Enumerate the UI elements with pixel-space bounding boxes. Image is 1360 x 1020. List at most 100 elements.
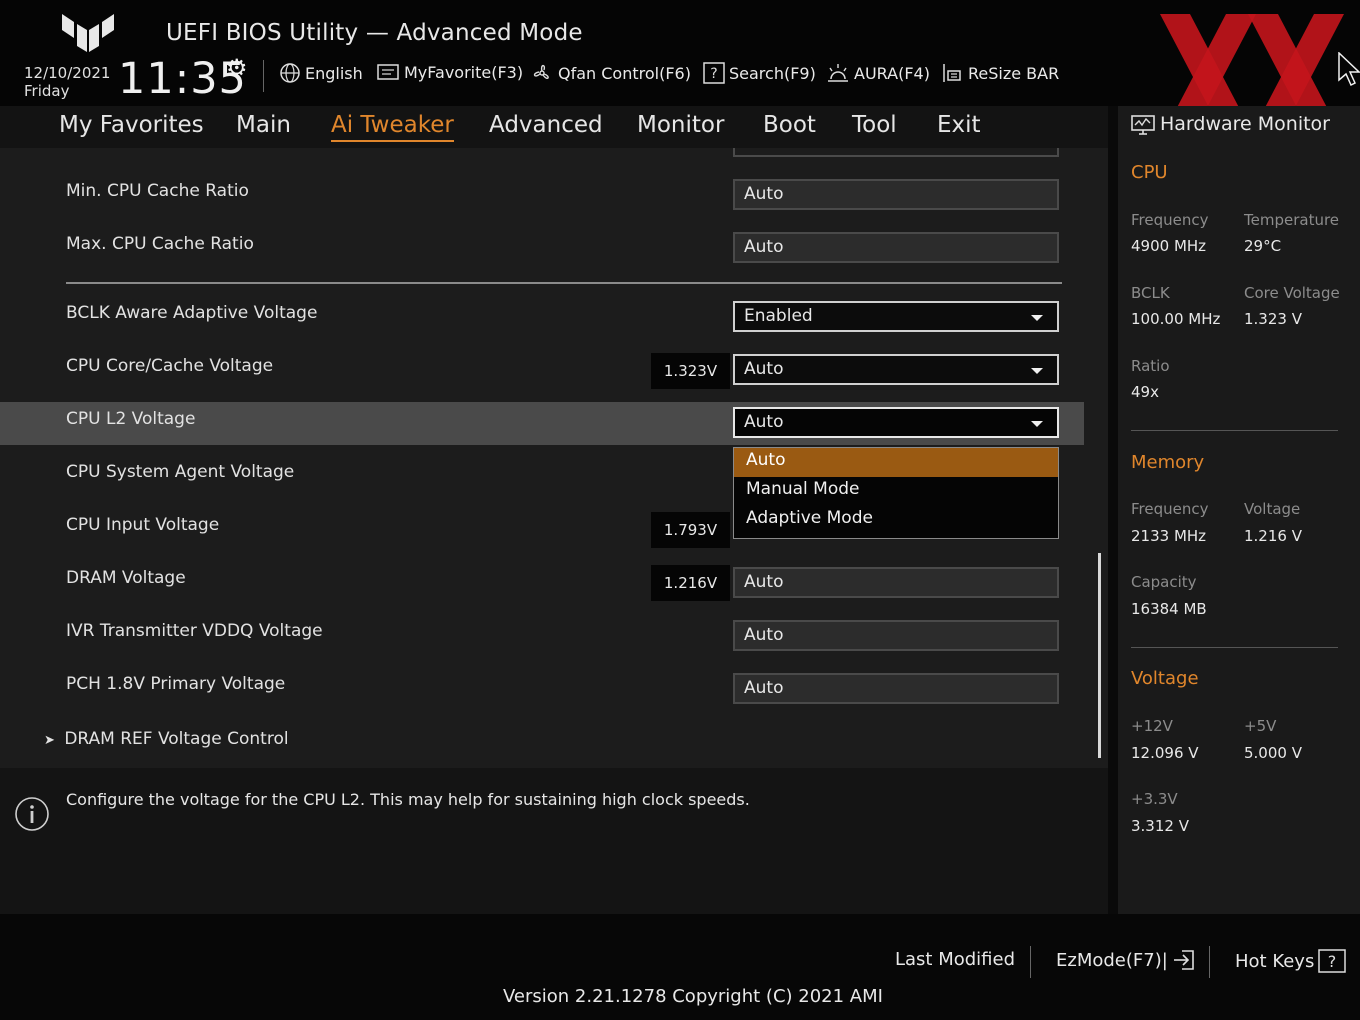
setting-label: CPU L2 Voltage bbox=[66, 409, 196, 429]
min-cpu-cache-ratio-field[interactable]: Auto bbox=[733, 179, 1059, 210]
arrow-right-icon: ➤ bbox=[44, 733, 55, 748]
hot-keys-label: Hot Keys bbox=[1235, 950, 1315, 972]
setting-label: CPU System Agent Voltage bbox=[66, 462, 295, 482]
memory-heading: Memory bbox=[1131, 452, 1205, 473]
caret-down-icon bbox=[1031, 368, 1043, 374]
svg-text:?: ? bbox=[710, 66, 717, 82]
resize-bar-label: ReSize BAR bbox=[968, 63, 1060, 83]
mouse-cursor-icon bbox=[1338, 52, 1360, 87]
memory-frequency-value: 2133 MHz bbox=[1131, 527, 1207, 545]
language-label: English bbox=[305, 63, 363, 83]
caret-down-icon bbox=[1031, 315, 1043, 321]
footer-bar: Last Modified EzMode(F7)| Hot Keys ? Ver… bbox=[0, 914, 1360, 1020]
option-adaptive-mode[interactable]: Adaptive Mode bbox=[734, 506, 1058, 535]
cpu-l2-voltage-options: Auto Manual Mode Adaptive Mode bbox=[733, 447, 1059, 539]
favorite-icon bbox=[377, 64, 399, 80]
help-panel: Configure the voltage for the CPU L2. Th… bbox=[0, 768, 1108, 914]
v33-value: 3.312 V bbox=[1131, 817, 1189, 835]
caret-down-icon bbox=[1031, 421, 1043, 427]
aura-label: AURA(F4) bbox=[854, 63, 930, 83]
app-title: UEFI BIOS Utility — Advanced Mode bbox=[166, 20, 583, 46]
option-auto[interactable]: Auto bbox=[734, 448, 1058, 477]
cpu-l2-voltage-select[interactable]: Auto bbox=[733, 407, 1059, 438]
main-nav: My Favorites Main Ai Tweaker Advanced Mo… bbox=[0, 106, 1108, 148]
qfan-control-button[interactable]: Qfan Control(F6) bbox=[530, 62, 691, 84]
settings-panel: Min. CPU Cache Ratio Auto Max. CPU Cache… bbox=[0, 148, 1108, 768]
search-icon: ? bbox=[703, 62, 725, 84]
myfavorite-label: MyFavorite(F3) bbox=[404, 62, 524, 82]
ratio-value: 49x bbox=[1131, 383, 1159, 401]
tuf-logo bbox=[62, 14, 114, 52]
info-icon bbox=[15, 797, 49, 831]
capacity-value: 16384 MB bbox=[1131, 600, 1207, 618]
memory-voltage-label: Voltage bbox=[1244, 500, 1301, 518]
resize-bar-icon bbox=[943, 64, 961, 82]
tab-main[interactable]: Main bbox=[236, 112, 291, 138]
v12-value: 12.096 V bbox=[1131, 744, 1199, 762]
scrollbar[interactable] bbox=[1098, 553, 1101, 758]
setting-label: Max. CPU Cache Ratio bbox=[66, 234, 254, 254]
tab-tool[interactable]: Tool bbox=[852, 112, 897, 138]
myfavorite-button[interactable]: MyFavorite(F3) bbox=[376, 62, 523, 82]
select-value: Enabled bbox=[744, 306, 813, 326]
weekday-text: Friday bbox=[24, 82, 70, 100]
gear-icon[interactable]: ⚙ bbox=[226, 54, 248, 82]
cpu-frequency-label: Frequency bbox=[1131, 211, 1209, 229]
voltage-reading: 1.793V bbox=[651, 512, 730, 548]
setting-label: PCH 1.8V Primary Voltage bbox=[66, 674, 286, 694]
cpu-temperature-label: Temperature bbox=[1244, 211, 1340, 229]
footer-divider bbox=[1209, 946, 1210, 978]
v12-label: +12V bbox=[1131, 717, 1173, 735]
setting-label: IVR Transmitter VDDQ Voltage bbox=[66, 621, 323, 641]
question-icon: ? bbox=[1318, 949, 1347, 973]
tab-advanced[interactable]: Advanced bbox=[489, 112, 603, 138]
option-manual-mode[interactable]: Manual Mode bbox=[734, 477, 1058, 506]
ivr-transmitter-vddq-voltage-field[interactable]: Auto bbox=[733, 620, 1059, 651]
resize-bar-button[interactable]: ReSize BAR bbox=[940, 62, 1059, 84]
ratio-label: Ratio bbox=[1131, 357, 1170, 375]
tab-monitor[interactable]: Monitor bbox=[637, 112, 724, 138]
cpu-heading: CPU bbox=[1131, 162, 1168, 183]
dram-ref-voltage-control-item[interactable]: ➤ DRAM REF Voltage Control bbox=[44, 729, 289, 749]
tab-ai-tweaker[interactable]: Ai Tweaker bbox=[331, 112, 454, 142]
setting-label: CPU Input Voltage bbox=[66, 515, 220, 535]
select-value: Auto bbox=[744, 359, 784, 379]
capacity-label: Capacity bbox=[1131, 573, 1197, 591]
exit-arrow-icon bbox=[1173, 950, 1194, 970]
cpu-core-cache-voltage-select[interactable]: Auto bbox=[733, 354, 1059, 385]
field-edge bbox=[733, 148, 1059, 157]
tab-exit[interactable]: Exit bbox=[937, 112, 981, 138]
date-text: 12/10/2021 bbox=[24, 64, 111, 82]
setting-label: BCLK Aware Adaptive Voltage bbox=[66, 303, 318, 323]
fan-icon bbox=[533, 64, 549, 79]
bclk-aware-adaptive-voltage-select[interactable]: Enabled bbox=[733, 301, 1059, 332]
voltage-reading: 1.323V bbox=[651, 353, 730, 389]
aura-button[interactable]: AURA(F4) bbox=[826, 62, 930, 84]
dram-voltage-field[interactable]: Auto bbox=[733, 567, 1059, 598]
pch-primary-voltage-field[interactable]: Auto bbox=[733, 673, 1059, 704]
bclk-value: 100.00 MHz bbox=[1131, 310, 1221, 328]
memory-voltage-value: 1.216 V bbox=[1244, 527, 1302, 545]
setting-label: CPU Core/Cache Voltage bbox=[66, 356, 274, 376]
help-text: Configure the voltage for the CPU L2. Th… bbox=[66, 790, 750, 809]
last-modified-button[interactable]: Last Modified bbox=[895, 949, 1015, 970]
cpu-frequency-value: 4900 MHz bbox=[1131, 237, 1207, 255]
qfan-control-label: Qfan Control(F6) bbox=[558, 63, 691, 83]
memory-frequency-label: Frequency bbox=[1131, 500, 1209, 518]
v5-label: +5V bbox=[1244, 717, 1277, 735]
hot-keys-button[interactable]: Hot Keys ? bbox=[1235, 949, 1347, 973]
setting-label: DRAM Voltage bbox=[66, 568, 186, 588]
ezmode-button[interactable]: EzMode(F7)| bbox=[1056, 949, 1196, 971]
section-divider bbox=[66, 282, 1062, 284]
tab-boot[interactable]: Boot bbox=[763, 112, 816, 138]
language-button[interactable]: English bbox=[279, 62, 363, 84]
max-cpu-cache-ratio-field[interactable]: Auto bbox=[733, 232, 1059, 263]
v5-value: 5.000 V bbox=[1244, 744, 1302, 762]
voltage-reading: 1.216V bbox=[651, 565, 730, 601]
ezmode-label: EzMode(F7)| bbox=[1056, 949, 1168, 971]
last-modified-label: Last Modified bbox=[895, 949, 1016, 970]
tab-my-favorites[interactable]: My Favorites bbox=[59, 112, 204, 138]
search-button[interactable]: ? Search(F9) bbox=[703, 62, 816, 84]
monitor-icon bbox=[1131, 115, 1155, 135]
select-value: Auto bbox=[744, 412, 784, 432]
